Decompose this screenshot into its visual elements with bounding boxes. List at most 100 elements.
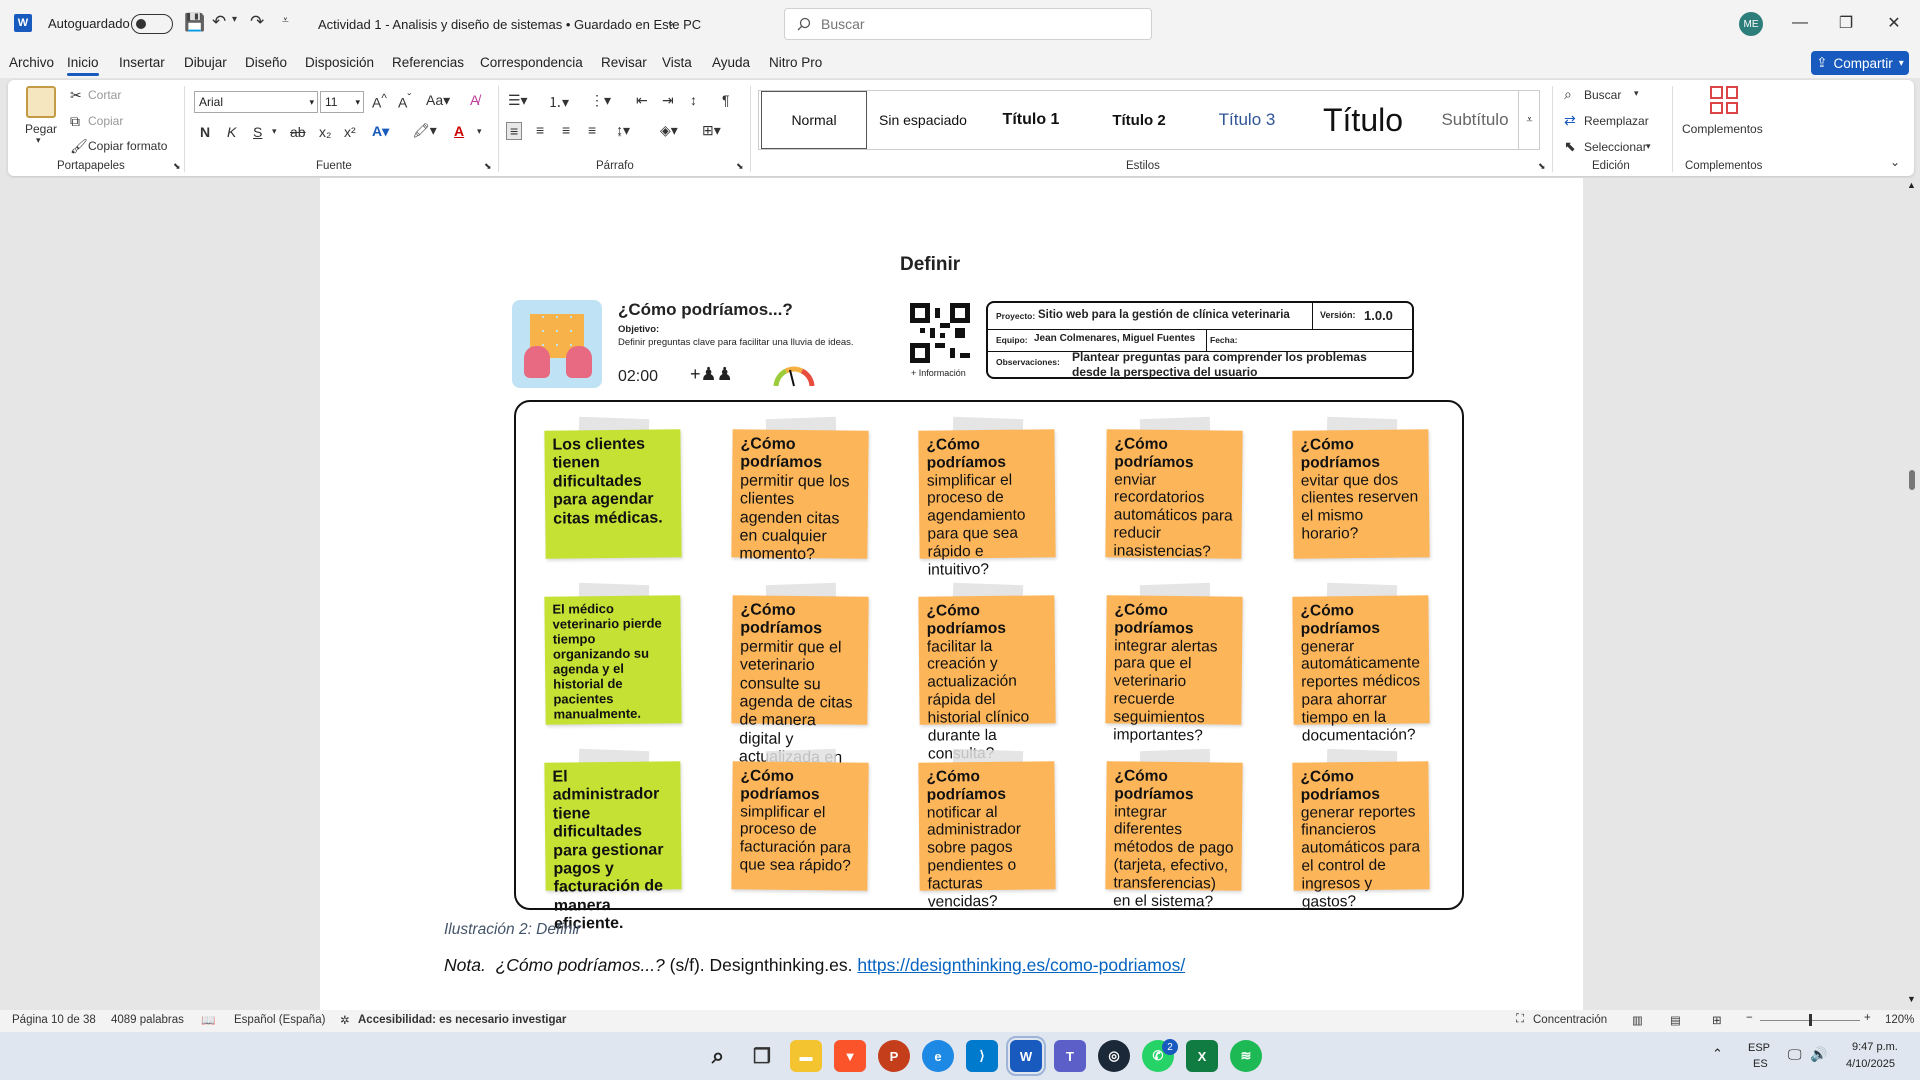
language-status[interactable]: Español (España) — [234, 1014, 325, 1026]
borders-icon[interactable]: ⊞▾ — [702, 122, 721, 139]
tab-dibujar[interactable]: Dibujar — [184, 55, 227, 70]
accessibility-status[interactable]: Accesibilidad: es necesario investigar — [358, 1014, 566, 1026]
undo-icon[interactable]: ↶ — [212, 12, 226, 32]
excel-icon[interactable]: X — [1186, 1040, 1218, 1072]
share-button[interactable]: ⇪ Compartir ▾ — [1811, 51, 1909, 75]
input-language[interactable]: ESP — [1748, 1042, 1770, 1054]
align-left-icon[interactable]: ≡ — [506, 122, 523, 140]
vertical-scrollbar[interactable]: ▲ ▼ — [1906, 178, 1918, 1008]
input-language-sub[interactable]: ES — [1753, 1058, 1768, 1070]
underline-icon[interactable]: S — [253, 124, 262, 140]
style-title[interactable]: Título — [1301, 91, 1425, 149]
style-no-spacing[interactable]: Sin espaciado — [869, 91, 977, 149]
tab-revisar[interactable]: Revisar — [601, 55, 647, 70]
styles-more-icon[interactable]: ⩡ — [1518, 90, 1540, 150]
read-mode-icon[interactable]: ▥ — [1632, 1013, 1643, 1027]
spotify-icon[interactable]: ≋ — [1230, 1040, 1262, 1072]
zoom-level[interactable]: 120% — [1885, 1014, 1914, 1026]
shrink-font-icon[interactable]: Aˇ — [398, 92, 411, 111]
scroll-down-icon[interactable]: ▼ — [1907, 994, 1916, 1004]
font-color-icon[interactable]: A — [454, 123, 464, 139]
restore-button[interactable]: ❐ — [1826, 8, 1866, 38]
reference-link[interactable]: https://designthinking.es/como-podriamos… — [857, 955, 1185, 975]
avatar[interactable]: ME — [1739, 12, 1763, 36]
addins-button[interactable]: Complementos — [1682, 122, 1763, 136]
title-chevron-down-icon[interactable]: ⌄ — [666, 15, 676, 29]
grow-font-icon[interactable]: A^ — [372, 92, 387, 111]
clock-time[interactable]: 9:47 p.m. — [1852, 1041, 1898, 1053]
copy-button[interactable]: Copiar — [88, 114, 123, 128]
decrease-indent-icon[interactable]: ⇤ — [636, 92, 648, 109]
bullets-icon[interactable]: ☰▾ — [508, 92, 528, 109]
powerpoint-icon[interactable]: P — [878, 1040, 910, 1072]
style-normal[interactable]: Normal — [761, 91, 867, 149]
line-spacing-icon[interactable]: ↨▾ — [616, 122, 630, 139]
word-app-icon[interactable]: W — [14, 14, 32, 32]
tab-diseno[interactable]: Diseño — [245, 55, 287, 70]
align-center-icon[interactable]: ≡ — [536, 122, 544, 138]
highlight-icon[interactable]: 🖍▾ — [412, 122, 437, 139]
tab-nitro-pro[interactable]: Nitro Pro — [769, 55, 822, 70]
clipboard-launcher-icon[interactable]: ⬊ — [173, 161, 181, 172]
change-case-icon[interactable]: Aa▾ — [426, 92, 450, 109]
format-painter-button[interactable]: Copiar formato — [88, 139, 167, 153]
styles-launcher-icon[interactable]: ⬊ — [1538, 161, 1546, 172]
font-color-dropdown-icon[interactable]: ▾ — [477, 126, 482, 137]
search-taskbar-icon[interactable]: ⌕ — [702, 1040, 734, 1072]
steam-icon[interactable]: ◎ — [1098, 1040, 1130, 1072]
style-heading-2[interactable]: Título 2 — [1085, 91, 1193, 149]
print-layout-icon[interactable]: ▤ — [1670, 1013, 1681, 1027]
paste-button[interactable]: Pegar — [25, 122, 57, 136]
autosave-toggle[interactable] — [131, 14, 173, 34]
start-icon[interactable] — [658, 1040, 690, 1072]
font-name-box[interactable]: Arial ▾ — [194, 91, 318, 113]
focus-mode-button[interactable]: Concentración — [1533, 1014, 1607, 1026]
tab-referencias[interactable]: Referencias — [392, 55, 464, 70]
redo-icon[interactable]: ↷ — [250, 12, 264, 32]
paste-dropdown-icon[interactable]: ▾ — [36, 135, 41, 146]
network-icon[interactable]: 🖵 — [1788, 1046, 1802, 1063]
undo-dropdown-icon[interactable]: ▾ — [232, 14, 237, 25]
italic-icon[interactable]: K — [227, 124, 236, 140]
tab-correspondencia[interactable]: Correspondencia — [480, 55, 583, 70]
multilevel-list-icon[interactable]: ⋮▾ — [590, 92, 611, 109]
search-box[interactable] — [784, 8, 1152, 40]
underline-dropdown-icon[interactable]: ▾ — [272, 126, 277, 137]
numbering-icon[interactable]: ⒈▾ — [548, 92, 569, 112]
edge-icon[interactable]: e — [922, 1040, 954, 1072]
close-button[interactable]: ✕ — [1874, 8, 1914, 38]
minimize-button[interactable]: — — [1780, 8, 1820, 38]
word-taskbar-icon[interactable]: W — [1006, 1036, 1046, 1076]
select-button[interactable]: Seleccionar — [1584, 140, 1647, 154]
justify-icon[interactable]: ≡ — [588, 122, 596, 138]
search-input[interactable] — [821, 16, 1121, 32]
vscode-icon[interactable]: ⟩ — [966, 1040, 998, 1072]
shading-icon[interactable]: ◈▾ — [660, 122, 678, 139]
superscript-icon[interactable]: x² — [344, 124, 356, 140]
save-icon[interactable]: 💾 — [184, 13, 205, 33]
paste-icon[interactable] — [26, 86, 56, 118]
brave-browser-icon[interactable]: ▼ — [834, 1040, 866, 1072]
scroll-thumb[interactable] — [1909, 470, 1915, 490]
tab-insertar[interactable]: Insertar — [119, 55, 165, 70]
file-explorer-icon[interactable]: ▬ — [790, 1040, 822, 1072]
cut-button[interactable]: Cortar — [88, 88, 121, 102]
subscript-icon[interactable]: x₂ — [319, 124, 331, 140]
tab-inicio[interactable]: Inicio — [67, 55, 99, 76]
paragraph-launcher-icon[interactable]: ⬊ — [736, 161, 744, 172]
task-view-icon[interactable]: ❐ — [746, 1040, 778, 1072]
style-heading-3[interactable]: Título 3 — [1193, 91, 1301, 149]
zoom-slider-thumb[interactable] — [1809, 1014, 1812, 1026]
find-button[interactable]: Buscar — [1584, 88, 1621, 102]
clear-formatting-icon[interactable]: A̸ — [470, 92, 479, 108]
style-subtitle[interactable]: Subtítulo — [1425, 91, 1525, 149]
show-marks-icon[interactable]: ¶ — [722, 92, 730, 108]
bold-icon[interactable]: N — [200, 124, 210, 140]
zoom-in-icon[interactable]: + — [1864, 1012, 1871, 1024]
sort-icon[interactable]: ↕ — [690, 92, 697, 108]
word-count[interactable]: 4089 palabras — [111, 1014, 184, 1026]
style-heading-1[interactable]: Título 1 — [977, 91, 1085, 149]
page-count[interactable]: Página 10 de 38 — [12, 1014, 96, 1026]
tab-disposicion[interactable]: Disposición — [305, 55, 374, 70]
customize-toolbar-icon[interactable]: ⩡ — [282, 13, 289, 28]
